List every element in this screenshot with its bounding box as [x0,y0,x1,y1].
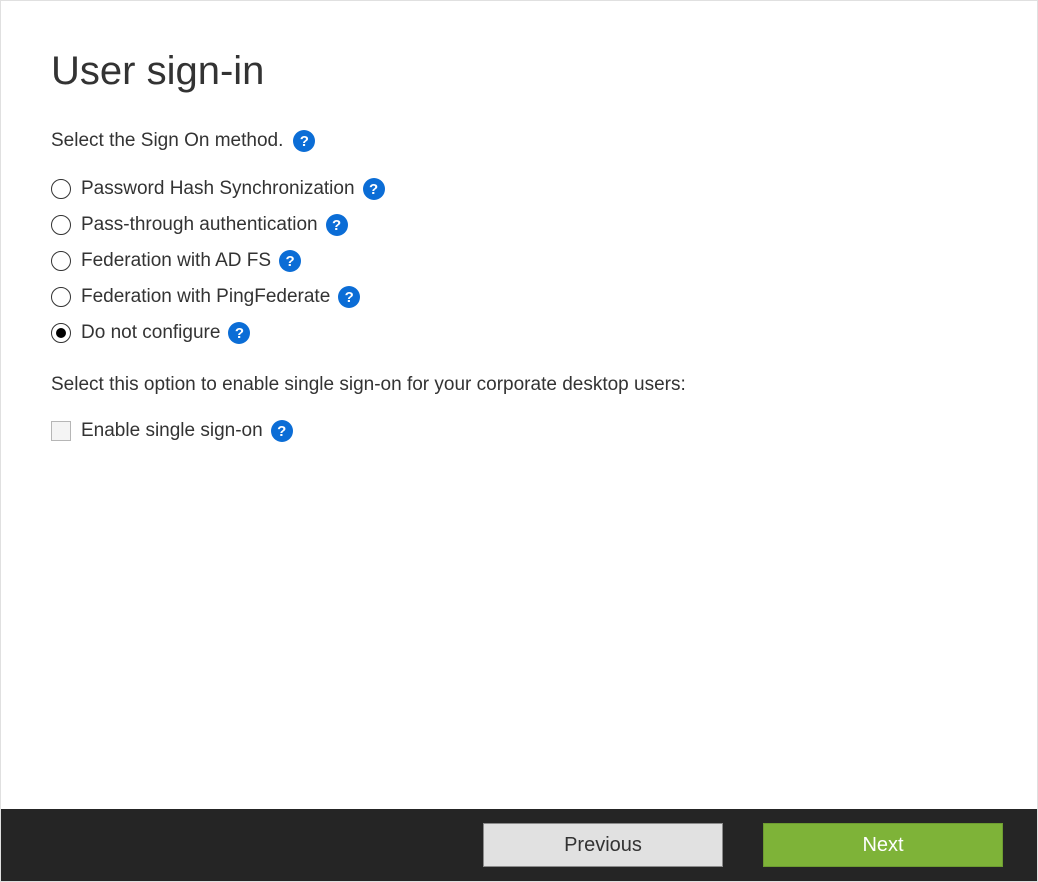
next-button[interactable]: Next [763,823,1003,867]
help-icon[interactable]: ? [271,420,293,442]
radio-option-federation-adfs[interactable]: Federation with AD FS ? [51,250,987,272]
radio-button[interactable] [51,215,71,235]
subtitle-row: Select the Sign On method. ? [51,130,987,152]
page-title: User sign-in [51,49,987,94]
radio-button[interactable] [51,179,71,199]
radio-label[interactable]: Password Hash Synchronization [81,178,355,200]
help-icon[interactable]: ? [293,130,315,152]
help-icon[interactable]: ? [326,214,348,236]
radio-label[interactable]: Federation with AD FS [81,250,271,272]
radio-option-pass-through-auth[interactable]: Pass-through authentication ? [51,214,987,236]
footer-bar: Previous Next [1,809,1037,881]
help-icon[interactable]: ? [279,250,301,272]
radio-label[interactable]: Pass-through authentication [81,214,318,236]
radio-option-federation-pingfederate[interactable]: Federation with PingFederate ? [51,286,987,308]
radio-label[interactable]: Federation with PingFederate [81,286,330,308]
radio-option-do-not-configure[interactable]: Do not configure ? [51,322,987,344]
radio-option-password-hash-sync[interactable]: Password Hash Synchronization ? [51,178,987,200]
enable-sso-row[interactable]: Enable single sign-on ? [51,420,987,442]
help-icon[interactable]: ? [363,178,385,200]
checkbox[interactable] [51,421,71,441]
radio-label[interactable]: Do not configure [81,322,220,344]
radio-button[interactable] [51,251,71,271]
radio-button[interactable] [51,323,71,343]
help-icon[interactable]: ? [338,286,360,308]
help-icon[interactable]: ? [228,322,250,344]
checkbox-label[interactable]: Enable single sign-on [81,420,263,442]
main-content: User sign-in Select the Sign On method. … [1,1,1037,442]
previous-button[interactable]: Previous [483,823,723,867]
radio-button[interactable] [51,287,71,307]
subtitle-text: Select the Sign On method. [51,130,283,152]
sign-on-method-group: Password Hash Synchronization ? Pass-thr… [51,178,987,344]
sso-description: Select this option to enable single sign… [51,374,987,396]
